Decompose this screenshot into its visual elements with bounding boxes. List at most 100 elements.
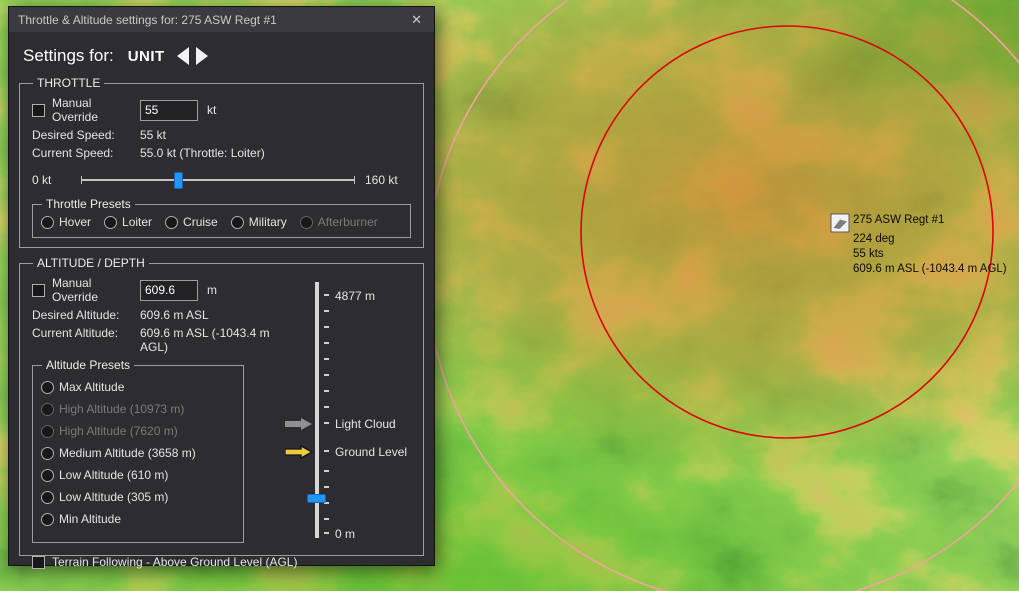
radio-icon bbox=[41, 380, 54, 394]
radio-icon bbox=[41, 490, 54, 504]
altitude-presets-group: Altitude Presets Max Altitude High Altit… bbox=[32, 358, 244, 543]
throttle-preset-military[interactable]: Military bbox=[230, 215, 287, 229]
slider-tick bbox=[324, 406, 329, 408]
slider-tick bbox=[324, 294, 329, 296]
desired-altitude-value: 609.6 m ASL bbox=[140, 308, 209, 322]
slider-tick bbox=[324, 374, 329, 376]
throttle-preset-hover[interactable]: Hover bbox=[41, 215, 91, 229]
throttle-manual-override-label: Manual Override bbox=[52, 96, 99, 124]
checkbox-icon bbox=[32, 283, 45, 297]
checkbox-icon bbox=[32, 103, 45, 117]
throttle-manual-override-checkbox[interactable]: Manual Override bbox=[32, 96, 140, 124]
next-unit-button[interactable] bbox=[195, 45, 208, 67]
altitude-preset-min[interactable]: Min Altitude bbox=[41, 512, 235, 526]
unit-scope-label: UNIT bbox=[127, 47, 165, 65]
speed-slider-min-label: 0 kt bbox=[32, 173, 52, 187]
current-altitude-value: 609.6 m ASL (-1043.4 m AGL) bbox=[140, 326, 270, 354]
radio-icon bbox=[41, 468, 54, 482]
speed-slider-handle[interactable] bbox=[174, 172, 184, 189]
speed-slider-line bbox=[81, 179, 355, 181]
current-altitude-row: Current Altitude: 609.6 m ASL (-1043.4 m… bbox=[32, 326, 284, 354]
radio-label: Low Altitude (305 m) bbox=[59, 490, 169, 504]
desired-speed-label: Desired Speed: bbox=[32, 128, 115, 142]
desired-altitude-row: Desired Altitude: 609.6 m ASL bbox=[32, 308, 284, 322]
altitude-manual-override-checkbox[interactable]: Manual Override bbox=[32, 276, 140, 304]
settings-for-label: Settings for: bbox=[23, 46, 114, 65]
throttle-preset-afterburner: Afterburner bbox=[299, 215, 378, 229]
throttle-group-label: THROTTLE bbox=[37, 76, 101, 90]
speed-slider-end-tick bbox=[81, 176, 82, 184]
altitude-preset-max[interactable]: Max Altitude bbox=[41, 380, 235, 394]
unit-speed-label: 55 kts bbox=[853, 248, 884, 260]
altitude-slider[interactable]: 4877 m Light Cloud Ground Level 0 m bbox=[279, 282, 419, 541]
dialog-titlebar[interactable]: Throttle & Altitude settings for: 275 AS… bbox=[9, 7, 434, 32]
altitude-presets-label: Altitude Presets bbox=[46, 358, 131, 372]
radio-label: Hover bbox=[59, 215, 92, 229]
terrain-following-label: Terrain Following - Above Ground Level (… bbox=[52, 555, 298, 569]
radio-label: High Altitude (7620 m) bbox=[59, 424, 178, 438]
speed-slider-end-tick bbox=[354, 176, 355, 184]
altitude-manual-override-label: Manual Override bbox=[52, 276, 99, 304]
radio-icon bbox=[165, 215, 179, 229]
altitude-preset-high-10973: High Altitude (10973 m) bbox=[41, 402, 235, 416]
ground-level-arrow-icon bbox=[285, 445, 313, 459]
throttle-preset-cruise[interactable]: Cruise bbox=[165, 215, 218, 229]
unit-heading-label: 224 deg bbox=[853, 233, 895, 245]
altitude-preset-high-7620: High Altitude (7620 m) bbox=[41, 424, 235, 438]
throttle-group: THROTTLE Manual Override kt Desired Spee… bbox=[19, 76, 424, 248]
current-speed-label: Current Speed: bbox=[32, 146, 114, 160]
current-speed-row: Current Speed: 55.0 kt (Throttle: Loiter… bbox=[32, 146, 411, 160]
slider-tick bbox=[324, 486, 329, 488]
terrain-following-checkbox[interactable]: Terrain Following - Above Ground Level (… bbox=[32, 555, 411, 569]
altitude-max-tick-label: 4877 m bbox=[335, 289, 376, 303]
throttle-preset-loiter[interactable]: Loiter bbox=[104, 215, 152, 229]
altitude-min-tick-label: 0 m bbox=[335, 527, 356, 541]
radio-label: Min Altitude bbox=[59, 512, 122, 526]
speed-slider-row: 0 kt 160 kt bbox=[32, 169, 411, 191]
altitude-group: ALTITUDE / DEPTH Manual Override m Desir… bbox=[19, 256, 424, 569]
altitude-group-label: ALTITUDE / DEPTH bbox=[37, 256, 145, 270]
altitude-preset-low-305[interactable]: Low Altitude (305 m) bbox=[41, 490, 235, 504]
slider-tick bbox=[324, 326, 329, 328]
altitude-preset-low-610[interactable]: Low Altitude (610 m) bbox=[41, 468, 235, 482]
throttle-manual-override-row: Manual Override kt bbox=[32, 96, 411, 124]
radio-icon bbox=[230, 215, 244, 229]
unit-name-label: 275 ASW Regt #1 bbox=[853, 214, 944, 226]
radio-icon bbox=[41, 424, 54, 438]
slider-tick bbox=[324, 358, 329, 360]
radio-icon bbox=[41, 512, 54, 526]
slider-tick bbox=[324, 470, 329, 472]
radio-label: Loiter bbox=[122, 215, 153, 229]
current-speed-value: 55.0 kt (Throttle: Loiter) bbox=[140, 146, 265, 160]
radio-label: Low Altitude (610 m) bbox=[59, 468, 169, 482]
radio-icon bbox=[41, 215, 54, 229]
desired-speed-row: Desired Speed: 55 kt bbox=[32, 128, 411, 142]
left-arrow-icon bbox=[176, 47, 189, 65]
radio-label: Medium Altitude (3658 m) bbox=[59, 446, 196, 460]
right-arrow-icon bbox=[195, 47, 208, 65]
radio-label: Cruise bbox=[183, 215, 218, 229]
speed-slider-max-label: 160 kt bbox=[365, 173, 398, 187]
altitude-left-column: Manual Override m Desired Altitude: 609.… bbox=[32, 276, 284, 543]
throttle-presets-group: Throttle Presets Hover Loiter Cruise Mil… bbox=[32, 197, 411, 238]
slider-tick bbox=[324, 310, 329, 312]
slider-tick bbox=[324, 390, 329, 392]
altitude-manual-override-input[interactable] bbox=[140, 279, 198, 301]
light-cloud-tick-label: Light Cloud bbox=[335, 417, 396, 431]
throttle-manual-override-input[interactable] bbox=[140, 99, 198, 121]
ground-level-tick-label: Ground Level bbox=[335, 445, 408, 459]
altitude-slider-handle[interactable] bbox=[307, 494, 326, 503]
unit-altitude-label: 609.6 m ASL (-1043.4 m AGL) bbox=[853, 263, 1007, 275]
settings-scope-row: Settings for: UNIT bbox=[9, 32, 434, 74]
slider-tick bbox=[324, 532, 329, 534]
throttle-presets-row: Hover Loiter Cruise Military Afterburner bbox=[41, 215, 402, 229]
radio-label: Military bbox=[248, 215, 287, 229]
speed-slider-track[interactable] bbox=[81, 170, 355, 190]
previous-unit-button[interactable] bbox=[176, 45, 189, 67]
close-icon[interactable]: ✕ bbox=[408, 12, 425, 28]
altitude-preset-medium-3658[interactable]: Medium Altitude (3658 m) bbox=[41, 446, 235, 460]
current-altitude-label: Current Altitude: bbox=[32, 326, 119, 340]
radio-icon bbox=[299, 215, 313, 229]
radio-label: Afterburner bbox=[317, 215, 378, 229]
altitude-unit-label: m bbox=[207, 283, 217, 297]
